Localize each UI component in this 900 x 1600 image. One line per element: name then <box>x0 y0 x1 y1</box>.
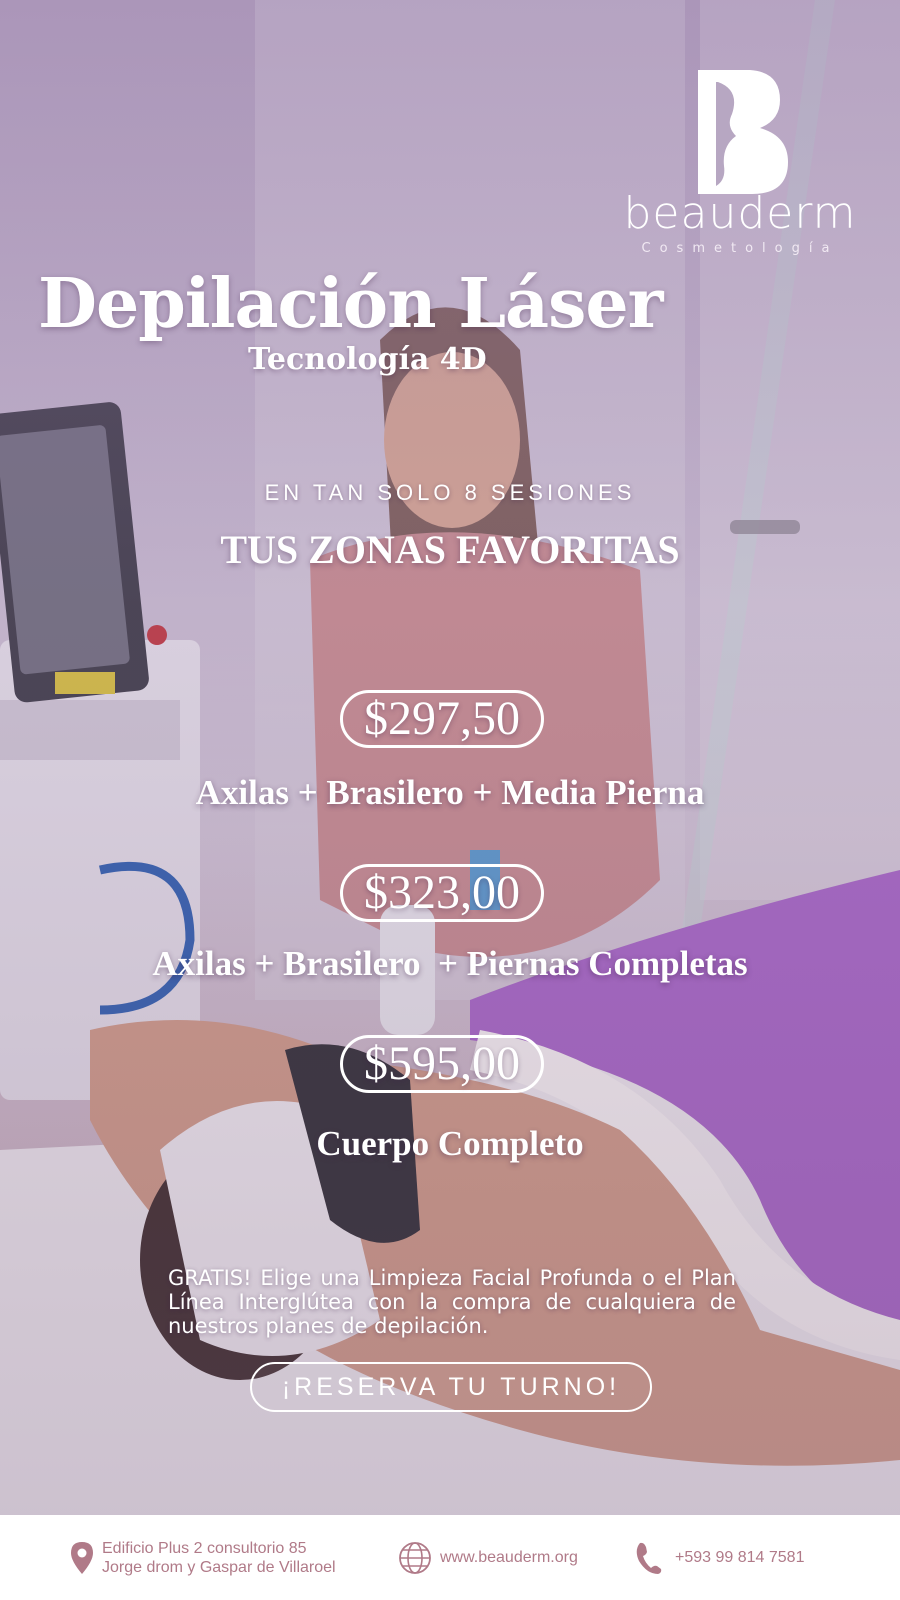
footer-phone[interactable]: +593 99 814 7581 <box>635 1515 804 1600</box>
plan-price-badge: $297,50 <box>340 690 544 748</box>
section-title: TUS ZONAS FAVORITAS <box>220 527 680 572</box>
brand-tagline: Cosmetología <box>641 241 839 256</box>
plan-description: Cuerpo Completo <box>316 1124 584 1163</box>
plan-price-badge: $595,00 <box>340 1035 544 1093</box>
address-line-2: Jorge drom y Gaspar de Villaroel <box>102 1558 336 1576</box>
page-subtitle: Tecnología 4D <box>248 342 487 377</box>
website-link[interactable]: www.beauderm.org <box>440 1548 578 1567</box>
phone-number[interactable]: +593 99 814 7581 <box>675 1548 804 1567</box>
footer-website[interactable]: www.beauderm.org <box>398 1515 578 1600</box>
phone-icon <box>636 1542 662 1574</box>
footer-bar: Edificio Plus 2 consultorio 85 Jorge dro… <box>0 1515 900 1600</box>
book-appointment-button[interactable]: ¡RESERVA TU TURNO! <box>250 1362 652 1412</box>
plan-price-badge: $323,00 <box>340 864 544 922</box>
footer-address: Edificio Plus 2 consultorio 85 Jorge dro… <box>70 1515 336 1600</box>
globe-icon <box>399 1541 431 1574</box>
beauderm-b-logo-icon <box>698 70 788 194</box>
sessions-tagline: EN TAN SOLO 8 SESIONES <box>264 480 636 505</box>
brand-name: beauderm <box>623 188 857 239</box>
plan-description: Axilas + Brasilero + Piernas Completas <box>152 944 748 983</box>
location-pin-icon <box>71 1541 93 1574</box>
page-title: Depilación Láser <box>38 264 663 344</box>
promo-text: GRATIS! Elige una Limpieza Facial Profun… <box>168 1266 736 1338</box>
plan-description: Axilas + Brasilero + Media Pierna <box>195 773 705 812</box>
brand-logo: beauderm Cosmetología <box>620 62 860 262</box>
address-line-1: Edificio Plus 2 consultorio 85 <box>102 1539 307 1557</box>
